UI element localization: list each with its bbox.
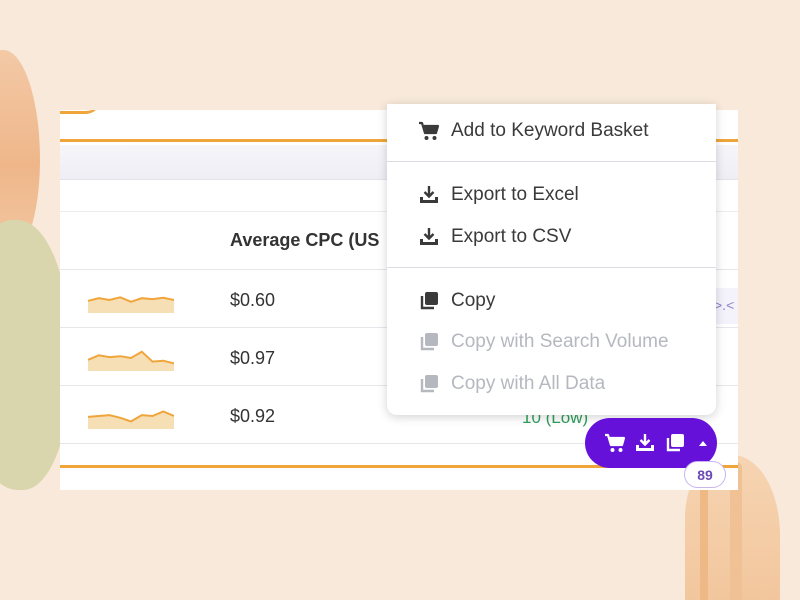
sparkline-area	[88, 297, 174, 313]
copy-icon	[417, 289, 441, 313]
menu-item-export-to-csv[interactable]: Export to CSV	[417, 222, 571, 252]
trend-sparkline	[88, 296, 174, 313]
menu-item-label: Export to Excel	[451, 184, 579, 205]
copy-icon	[417, 330, 441, 354]
cart-icon[interactable]	[603, 431, 627, 455]
column-header-average-cpc[interactable]: Average CPC (US	[230, 230, 379, 251]
panel-tab-corner	[60, 110, 100, 114]
menu-item-add-to-keyword-basket[interactable]: Add to Keyword Basket	[417, 116, 649, 146]
menu-item-copy-with-search-volume[interactable]: Copy with Search Volume	[417, 327, 669, 357]
menu-item-copy-with-all-data[interactable]: Copy with All Data	[417, 369, 605, 399]
menu-item-label: Add to Keyword Basket	[451, 120, 649, 141]
export-dropdown-menu: Add to Keyword Basket Export to Excel Ex…	[387, 104, 716, 415]
menu-item-label: Copy with All Data	[451, 373, 606, 394]
menu-item-copy[interactable]: Copy	[417, 286, 495, 316]
caret-up-icon[interactable]	[697, 431, 711, 455]
menu-item-label: Copy	[451, 290, 496, 311]
download-icon	[417, 225, 441, 249]
copy-icon[interactable]	[663, 431, 687, 455]
selected-count-badge: 89	[684, 461, 726, 488]
cart-icon	[417, 119, 441, 143]
trend-sparkline	[88, 350, 174, 371]
download-icon[interactable]	[633, 431, 657, 455]
trend-sparkline	[88, 410, 174, 429]
cpc-value: $0.92	[230, 406, 276, 426]
copy-icon	[417, 372, 441, 396]
menu-item-label: Export to CSV	[451, 226, 572, 247]
menu-divider	[387, 161, 716, 162]
menu-item-export-to-excel[interactable]: Export to Excel	[417, 180, 579, 210]
menu-divider	[387, 267, 716, 268]
cpc-value: $0.97	[230, 348, 276, 368]
cpc-value: $0.60	[230, 290, 276, 310]
download-icon	[417, 183, 441, 207]
menu-item-label: Copy with Search Volume	[451, 331, 669, 352]
